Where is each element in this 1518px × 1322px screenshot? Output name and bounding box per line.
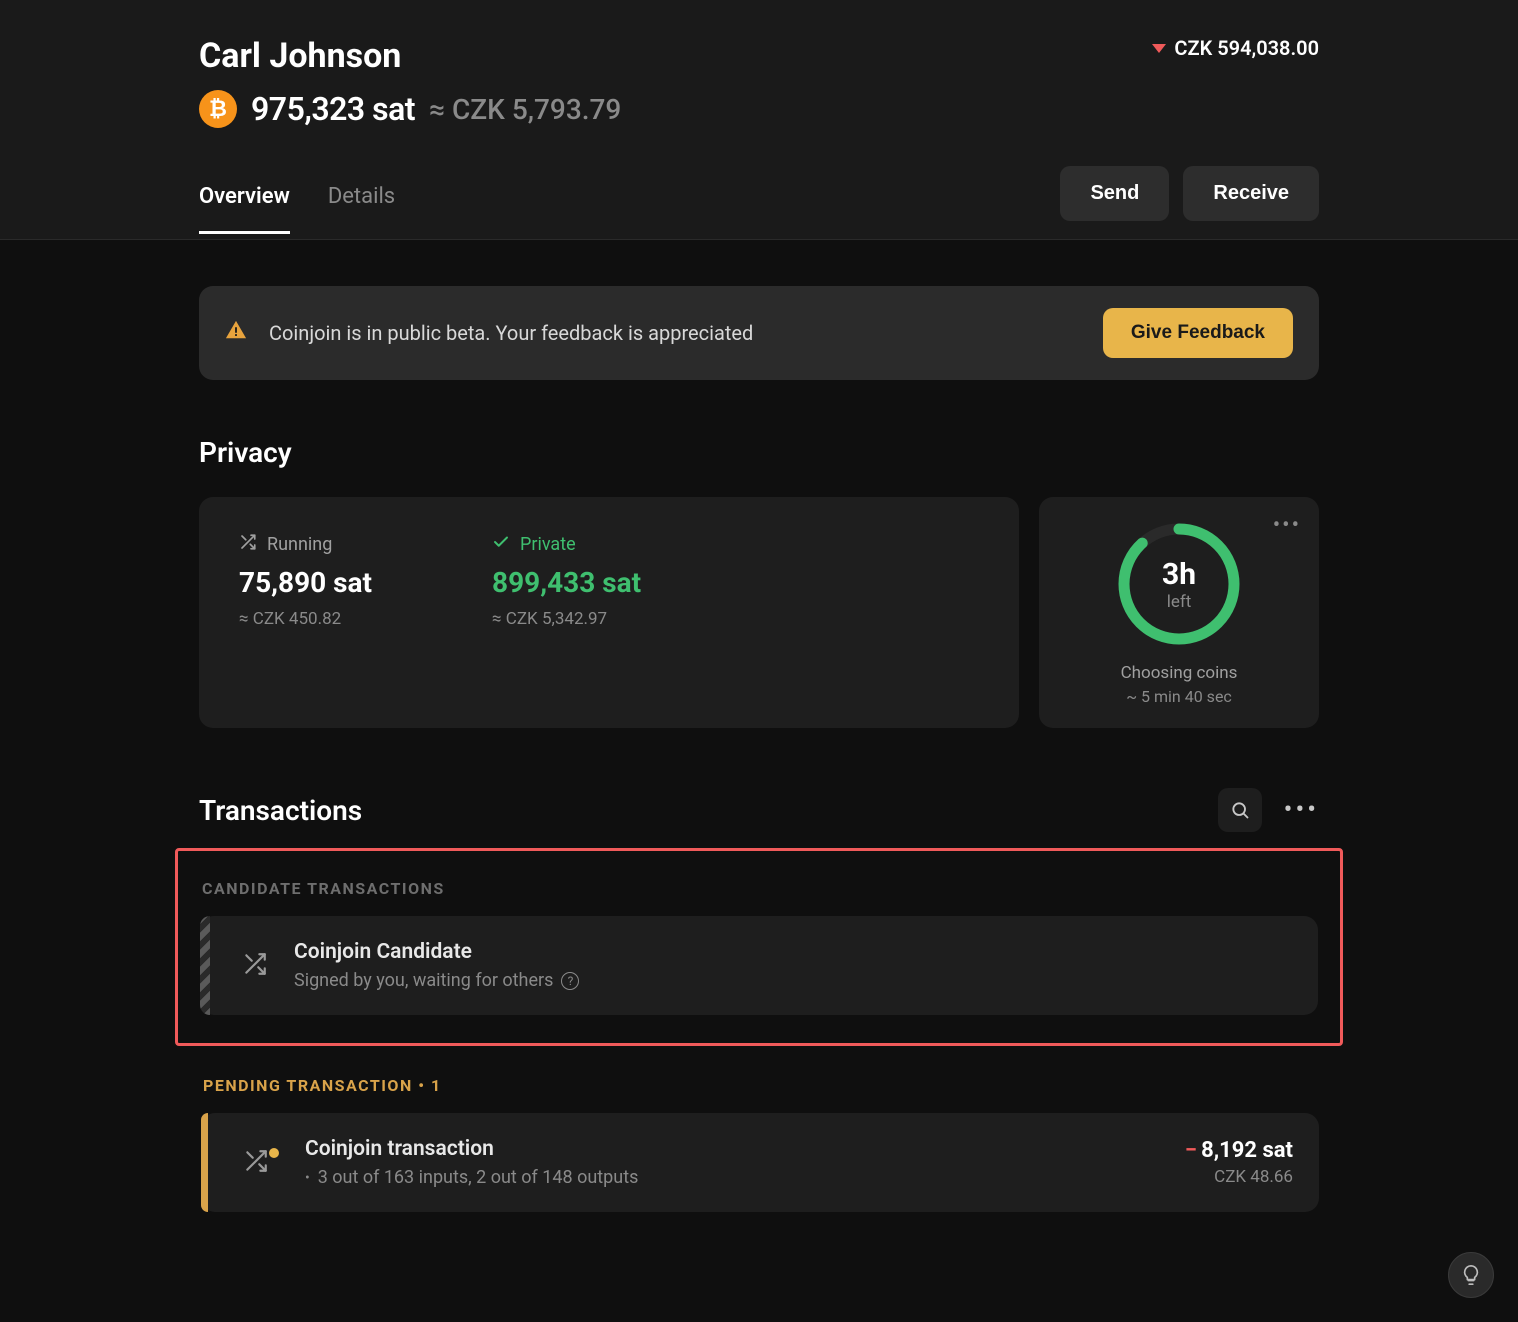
shuffle-icon — [242, 951, 268, 981]
private-label: Private — [492, 533, 641, 556]
candidate-title: Coinjoin Candidate — [294, 940, 579, 964]
warning-icon — [225, 319, 247, 347]
portfolio-total-value: CZK 594,038.00 — [1174, 36, 1319, 60]
check-icon — [492, 533, 510, 556]
candidate-subtitle: Signed by you, waiting for others ? — [294, 970, 579, 991]
trend-down-icon — [1152, 44, 1166, 53]
private-value: 899,433 sat — [492, 566, 641, 599]
tab-overview[interactable]: Overview — [199, 172, 290, 234]
timer-menu-button[interactable]: ••• — [1273, 513, 1301, 538]
timer-remaining: 3h — [1162, 557, 1196, 592]
transactions-menu-button[interactable]: ••• — [1284, 795, 1319, 825]
pending-fiat: CZK 48.66 — [1185, 1167, 1293, 1187]
privacy-balances-card: Running 75,890 sat ≈ CZK 450.82 Private … — [199, 497, 1019, 728]
account-name: Carl Johnson — [199, 36, 401, 76]
search-button[interactable] — [1218, 788, 1262, 832]
running-value: 75,890 sat — [239, 566, 372, 599]
give-feedback-button[interactable]: Give Feedback — [1103, 308, 1293, 358]
pending-transaction-row[interactable]: Coinjoin transaction • 3 out of 163 inpu… — [201, 1113, 1319, 1212]
send-button[interactable]: Send — [1060, 166, 1169, 221]
pending-title: Coinjoin transaction — [305, 1137, 638, 1161]
pending-stripe-icon — [200, 916, 210, 1015]
pending-subtitle: • 3 out of 163 inputs, 2 out of 148 outp… — [305, 1167, 638, 1188]
shuffle-icon — [239, 533, 257, 556]
info-icon[interactable]: ? — [561, 972, 579, 990]
running-fiat: ≈ CZK 450.82 — [239, 609, 372, 629]
account-balance: 975,323 sat — [251, 90, 415, 128]
account-balance-fiat: ≈ CZK 5,793.79 — [429, 93, 621, 126]
bitcoin-icon: ₿ — [199, 90, 237, 128]
beta-banner: Coinjoin is in public beta. Your feedbac… — [199, 286, 1319, 380]
candidate-section-highlight: CANDIDATE TRANSACTIONS Coinjoin Candidat… — [175, 848, 1343, 1046]
portfolio-total: CZK 594,038.00 — [1152, 36, 1319, 60]
receive-button[interactable]: Receive — [1183, 166, 1319, 221]
coinjoin-timer-card: ••• 3h left Choosing coins ~ 5 min 40 se… — [1039, 497, 1319, 728]
timer-eta: ~ 5 min 40 sec — [1126, 687, 1232, 706]
pending-stripe-icon — [201, 1113, 208, 1212]
account-tabs: Overview Details — [199, 172, 395, 234]
candidate-heading: CANDIDATE TRANSACTIONS — [202, 879, 1318, 898]
running-label: Running — [239, 533, 372, 556]
private-fiat: ≈ CZK 5,342.97 — [492, 609, 641, 629]
progress-ring: 3h left — [1114, 519, 1244, 649]
shuffle-pending-icon — [243, 1148, 279, 1178]
tab-details[interactable]: Details — [328, 172, 395, 234]
candidate-transaction-row[interactable]: Coinjoin Candidate Signed by you, waitin… — [200, 916, 1318, 1015]
transactions-heading: Transactions — [199, 794, 362, 827]
privacy-heading: Privacy — [199, 436, 1319, 469]
timer-status: Choosing coins — [1121, 663, 1238, 683]
banner-text: Coinjoin is in public beta. Your feedbac… — [269, 321, 753, 345]
timer-remaining-label: left — [1167, 592, 1192, 612]
pending-heading: PENDING TRANSACTION • 1 — [203, 1076, 1319, 1095]
tips-button[interactable] — [1448, 1252, 1494, 1298]
pending-amount: −8,192 sat — [1185, 1138, 1293, 1163]
